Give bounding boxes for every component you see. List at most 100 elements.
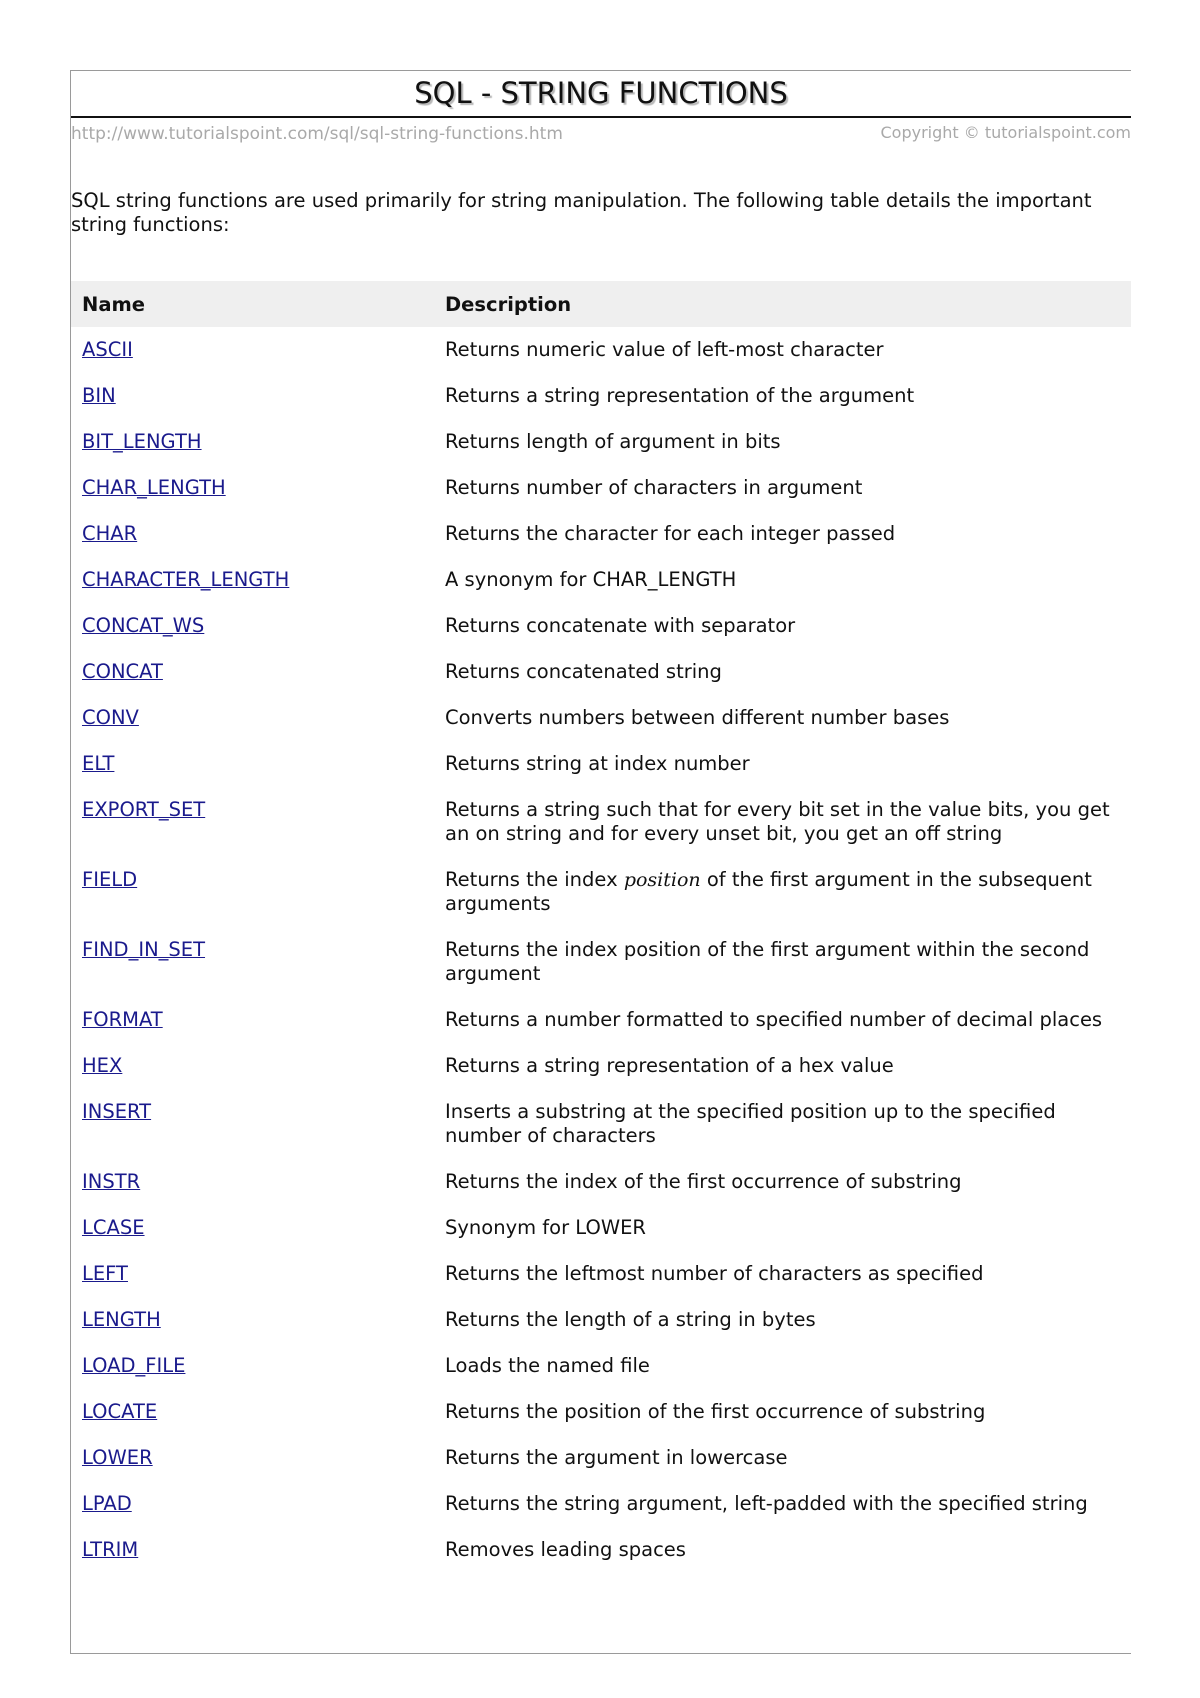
function-link[interactable]: CONCAT_WS <box>82 614 204 637</box>
table-row: ASCII Returns numeric value of left-most … <box>71 327 1131 373</box>
function-link[interactable]: INSTR <box>82 1170 140 1193</box>
function-name-cell: CONV <box>71 706 445 730</box>
function-name-cell: EXPORT_SET <box>71 798 445 846</box>
page-title: SQL - STRING FUNCTIONS <box>414 76 788 110</box>
table-row: LOWER Returns the argument in lowercase <box>71 1435 1131 1481</box>
function-link[interactable]: INSERT <box>82 1100 151 1123</box>
description-text: Returns the index <box>445 868 624 891</box>
function-link[interactable]: CHAR_LENGTH <box>82 476 226 499</box>
function-link[interactable]: FORMAT <box>82 1008 163 1031</box>
function-link[interactable]: ELT <box>82 752 114 775</box>
table-row: INSTR Returns the index of the first occu… <box>71 1159 1131 1205</box>
function-description-cell: Returns length of argument in bits <box>445 430 781 453</box>
function-description-cell: Returns a string such that for every bit… <box>445 798 1110 845</box>
function-link[interactable]: BIN <box>82 384 116 407</box>
table-row: LPAD Returns the string argument, left-pa… <box>71 1481 1131 1527</box>
function-description-cell: Returns concatenate with separator <box>445 614 796 637</box>
function-description-cell: Returns the leftmost number of character… <box>445 1262 984 1285</box>
function-name-cell: ELT <box>71 752 445 776</box>
table-row: LEFT Returns the leftmost number of chara… <box>71 1251 1131 1297</box>
function-description-cell: Returns number of characters in argument <box>445 476 863 499</box>
page-frame: SQL - STRING FUNCTIONS http://www.tutori… <box>70 70 1131 1654</box>
function-name-cell: BIN <box>71 384 445 408</box>
function-link[interactable]: CHAR <box>82 522 137 545</box>
function-description-cell: Returns a string representation of the a… <box>445 384 915 407</box>
description-emphasis: position <box>623 869 701 891</box>
table-row: CHAR Returns the character for each integ… <box>71 511 1131 557</box>
table-row: CHARACTER_LENGTH A synonym for CHAR_LENGT… <box>71 557 1131 603</box>
column-header-description: Description <box>445 292 572 316</box>
function-name-cell: HEX <box>71 1054 445 1078</box>
function-name-cell: LPAD <box>71 1492 445 1516</box>
table-row: LENGTH Returns the length of a string in … <box>71 1297 1131 1343</box>
function-description-cell: Returns the argument in lowercase <box>445 1446 788 1469</box>
function-link[interactable]: LEFT <box>82 1262 128 1285</box>
table-row: INSERT Inserts a substring at the specifi… <box>71 1089 1131 1159</box>
function-name-cell: LOWER <box>71 1446 445 1470</box>
function-description-cell: Returns string at index number <box>445 752 750 775</box>
function-link[interactable]: LENGTH <box>82 1308 161 1331</box>
function-description-cell: Inserts a substring at the specified pos… <box>445 1100 1056 1147</box>
function-name-cell: FORMAT <box>71 1008 445 1032</box>
function-link[interactable]: LPAD <box>82 1492 132 1515</box>
function-link[interactable]: LOAD_FILE <box>82 1354 185 1377</box>
table-row: EXPORT_SET Returns a string such that for… <box>71 787 1131 857</box>
function-link[interactable]: CONCAT <box>82 660 163 683</box>
function-name-cell: CONCAT_WS <box>71 614 445 638</box>
table-row: LCASE Synonym for LOWER <box>71 1205 1131 1251</box>
function-name-cell: CHAR <box>71 522 445 546</box>
table-row: FORMAT Returns a number formatted to spec… <box>71 997 1131 1043</box>
function-description-cell: Synonym for LOWER <box>445 1216 646 1239</box>
function-description-cell: Returns the index position of the first … <box>445 868 1131 916</box>
table-body: ASCII Returns numeric value of left-most … <box>71 327 1131 1573</box>
table-row: CONCAT Returns concatenated string <box>71 649 1131 695</box>
function-description-cell: Loads the named file <box>445 1354 650 1377</box>
function-description-cell: Returns numeric value of left-most chara… <box>445 338 884 361</box>
table-row: LOCATE Returns the position of the first … <box>71 1389 1131 1435</box>
function-link[interactable]: ASCII <box>82 338 133 361</box>
function-name-cell: CHAR_LENGTH <box>71 476 445 500</box>
function-link[interactable]: CHARACTER_LENGTH <box>82 568 289 591</box>
function-description-cell: A synonym for CHAR_LENGTH <box>445 568 737 591</box>
table-row: BIN Returns a string representation of th… <box>71 373 1131 419</box>
function-name-cell: INSTR <box>71 1170 445 1194</box>
string-functions-table: Name Description ASCII Returns numeric va… <box>71 281 1131 1573</box>
table-row: BIT_LENGTH Returns length of argument in … <box>71 419 1131 465</box>
table-row: CHAR_LENGTH Returns number of characters … <box>71 465 1131 511</box>
function-name-cell: LTRIM <box>71 1538 445 1562</box>
function-name-cell: FIELD <box>71 868 445 916</box>
table-row: CONV Converts numbers between different n… <box>71 695 1131 741</box>
function-description-cell: Returns a string representation of a hex… <box>445 1054 894 1077</box>
table-row: FIND_IN_SET Returns the index position of… <box>71 927 1131 997</box>
function-link[interactable]: LCASE <box>82 1216 145 1239</box>
function-description-cell: Converts numbers between different numbe… <box>445 706 950 729</box>
function-link[interactable]: HEX <box>82 1054 122 1077</box>
function-name-cell: FIND_IN_SET <box>71 938 445 986</box>
function-name-cell: LCASE <box>71 1216 445 1240</box>
table-row: LOAD_FILE Loads the named file <box>71 1343 1131 1389</box>
function-description-cell: Returns concatenated string <box>445 660 722 683</box>
function-name-cell: ASCII <box>71 338 445 362</box>
title-divider <box>71 116 1131 118</box>
table-row: HEX Returns a string representation of a … <box>71 1043 1131 1089</box>
table-row: CONCAT_WS Returns concatenate with separa… <box>71 603 1131 649</box>
function-link[interactable]: CONV <box>82 706 139 729</box>
function-name-cell: LENGTH <box>71 1308 445 1332</box>
table-header: Name Description <box>71 281 1131 327</box>
function-link[interactable]: LTRIM <box>82 1538 138 1561</box>
table-row: FIELD Returns the index position of the f… <box>71 857 1131 927</box>
intro-paragraph: SQL string functions are used primarily … <box>71 189 1092 236</box>
function-link[interactable]: LOCATE <box>82 1400 157 1423</box>
function-name-cell: CHARACTER_LENGTH <box>71 568 445 592</box>
function-link[interactable]: LOWER <box>82 1446 153 1469</box>
source-url: http://www.tutorialspoint.com/sql/sql-st… <box>71 124 563 144</box>
column-header-name: Name <box>82 292 146 316</box>
function-link[interactable]: FIND_IN_SET <box>82 938 205 961</box>
function-name-cell: BIT_LENGTH <box>71 430 445 454</box>
function-name-cell: LEFT <box>71 1262 445 1286</box>
function-link[interactable]: FIELD <box>82 868 137 891</box>
function-link[interactable]: EXPORT_SET <box>82 798 205 821</box>
table-row: LTRIM Removes leading spaces <box>71 1527 1131 1573</box>
function-link[interactable]: BIT_LENGTH <box>82 430 202 453</box>
function-description-cell: Returns the position of the first occurr… <box>445 1400 986 1423</box>
